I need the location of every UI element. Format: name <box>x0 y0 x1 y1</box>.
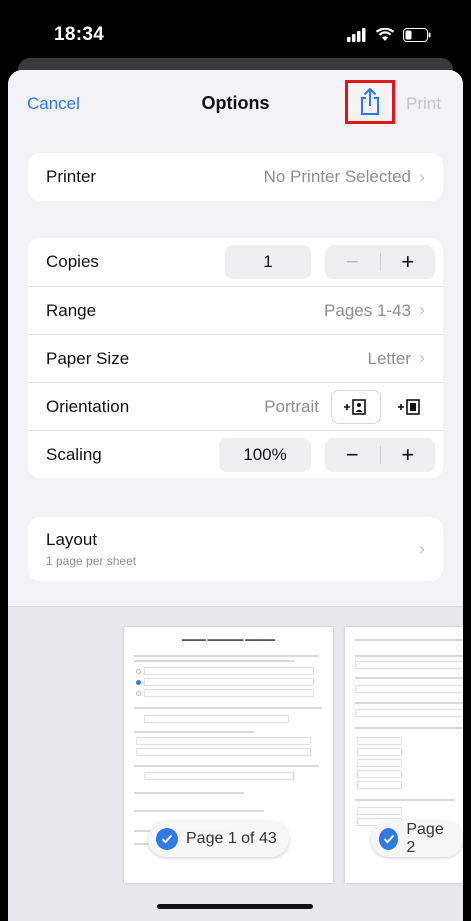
page-badge-2[interactable]: Page 2 <box>371 821 463 857</box>
print-button[interactable]: Print <box>406 94 441 114</box>
layout-group: Layout 1 page per sheet › <box>28 517 443 581</box>
status-time: 18:34 <box>54 24 105 45</box>
signal-icon <box>347 28 366 42</box>
paper-size-row[interactable]: Paper Size Letter › <box>28 334 443 382</box>
layout-label: Layout <box>46 530 98 549</box>
scaling-row: Scaling 100% − + <box>28 430 443 478</box>
text-line <box>134 792 244 794</box>
answer-box <box>144 715 289 723</box>
text-line <box>355 639 463 641</box>
printer-value: No Printer Selected › <box>264 167 425 188</box>
answer-box <box>357 807 402 815</box>
page-badge-label: Page 1 of 43 <box>186 830 277 847</box>
checkmark-icon <box>156 828 178 850</box>
answer-box <box>355 709 463 717</box>
chevron-right-icon: › <box>419 300 425 320</box>
layout-subtitle: 1 page per sheet <box>46 554 137 568</box>
layout-row[interactable]: Layout 1 page per sheet › <box>28 517 443 581</box>
copies-stepper: − + <box>325 245 435 279</box>
copies-increment-button[interactable]: + <box>381 249 436 275</box>
answer-box <box>144 689 314 697</box>
home-indicator <box>157 904 313 909</box>
text-line <box>355 727 463 729</box>
text-line <box>134 655 319 657</box>
answer-box <box>136 748 311 756</box>
answer-box <box>136 737 311 745</box>
status-bar: 18:34 <box>0 0 471 62</box>
layout-text: Layout 1 page per sheet <box>46 530 136 568</box>
scaling-stepper: − + <box>325 438 435 472</box>
answer-box <box>355 661 463 669</box>
scaling-value[interactable]: 100% <box>219 438 311 472</box>
text-line <box>134 707 322 709</box>
share-icon <box>361 88 379 115</box>
document-title-placeholder: ▬▬▬▬ ▬▬▬▬▬▬ ▬▬▬▬▬ <box>181 637 276 643</box>
text-line <box>355 702 463 704</box>
range-label: Range <box>46 300 97 320</box>
portrait-orientation-icon <box>344 399 366 415</box>
orientation-label: Orientation <box>46 396 130 416</box>
print-options-sheet: Cancel Options Print Printer No Printer … <box>8 70 463 921</box>
radio-option <box>136 691 141 696</box>
answer-box <box>144 772 294 780</box>
copies-decrement-button[interactable]: − <box>325 249 380 275</box>
text-line <box>134 731 254 733</box>
text-line <box>355 677 463 679</box>
landscape-orientation-button[interactable] <box>385 390 435 424</box>
page-preview-strip: ▬▬▬▬ ▬▬▬▬▬▬ ▬▬▬▬▬ Page 1 of 43 Page 2 <box>8 606 463 921</box>
text-line <box>355 655 463 657</box>
copies-value[interactable]: 1 <box>225 245 311 279</box>
portrait-orientation-button[interactable] <box>331 390 381 424</box>
answer-box <box>355 685 463 693</box>
copies-label: Copies <box>46 252 99 271</box>
battery-icon <box>403 28 431 42</box>
text-line <box>134 810 264 812</box>
text-line <box>134 660 294 662</box>
answer-box <box>144 678 314 686</box>
printer-group: Printer No Printer Selected › <box>28 153 443 201</box>
print-settings-group: Copies 1 − + Range Pages 1-43 › Paper Si… <box>28 238 443 478</box>
text-line <box>134 765 319 767</box>
text-line <box>355 799 455 801</box>
radio-option <box>136 680 141 685</box>
nav-bar: Cancel Options Print <box>8 70 463 132</box>
printer-row[interactable]: Printer No Printer Selected › <box>28 153 443 201</box>
layout-value: › <box>419 539 425 560</box>
orientation-row: Orientation Portrait <box>28 382 443 430</box>
answer-box <box>357 781 402 789</box>
scaling-decrement-button[interactable]: − <box>325 442 380 468</box>
scaling-label: Scaling <box>46 444 102 464</box>
answer-box <box>357 748 402 756</box>
answer-box <box>357 759 402 767</box>
share-button[interactable] <box>345 80 395 124</box>
page-badge-1[interactable]: Page 1 of 43 <box>148 821 289 857</box>
answer-box <box>357 770 402 778</box>
checkmark-icon <box>379 828 399 850</box>
status-icons <box>347 25 431 45</box>
scaling-increment-button[interactable]: + <box>381 442 436 468</box>
paper-size-value: Letter › <box>368 348 425 369</box>
orientation-value: Portrait <box>264 397 319 416</box>
chevron-right-icon: › <box>419 538 425 559</box>
printer-value-text: No Printer Selected <box>263 167 411 186</box>
landscape-orientation-icon <box>398 399 420 415</box>
paper-size-value-text: Letter <box>367 348 411 368</box>
printer-label: Printer <box>46 167 97 186</box>
chevron-right-icon: › <box>419 166 425 187</box>
page-badge-label: Page 2 <box>406 821 444 856</box>
answer-box <box>144 667 314 675</box>
answer-box <box>357 737 402 745</box>
orientation-control: Portrait <box>264 390 435 424</box>
range-value-text: Pages 1-43 <box>324 300 411 320</box>
range-value: Pages 1-43 › <box>324 300 425 321</box>
paper-size-label: Paper Size <box>46 348 130 368</box>
radio-option <box>136 669 141 674</box>
range-row[interactable]: Range Pages 1-43 › <box>28 286 443 334</box>
chevron-right-icon: › <box>419 348 425 368</box>
copies-row: Copies 1 − + <box>28 238 443 286</box>
wifi-icon <box>375 28 395 41</box>
